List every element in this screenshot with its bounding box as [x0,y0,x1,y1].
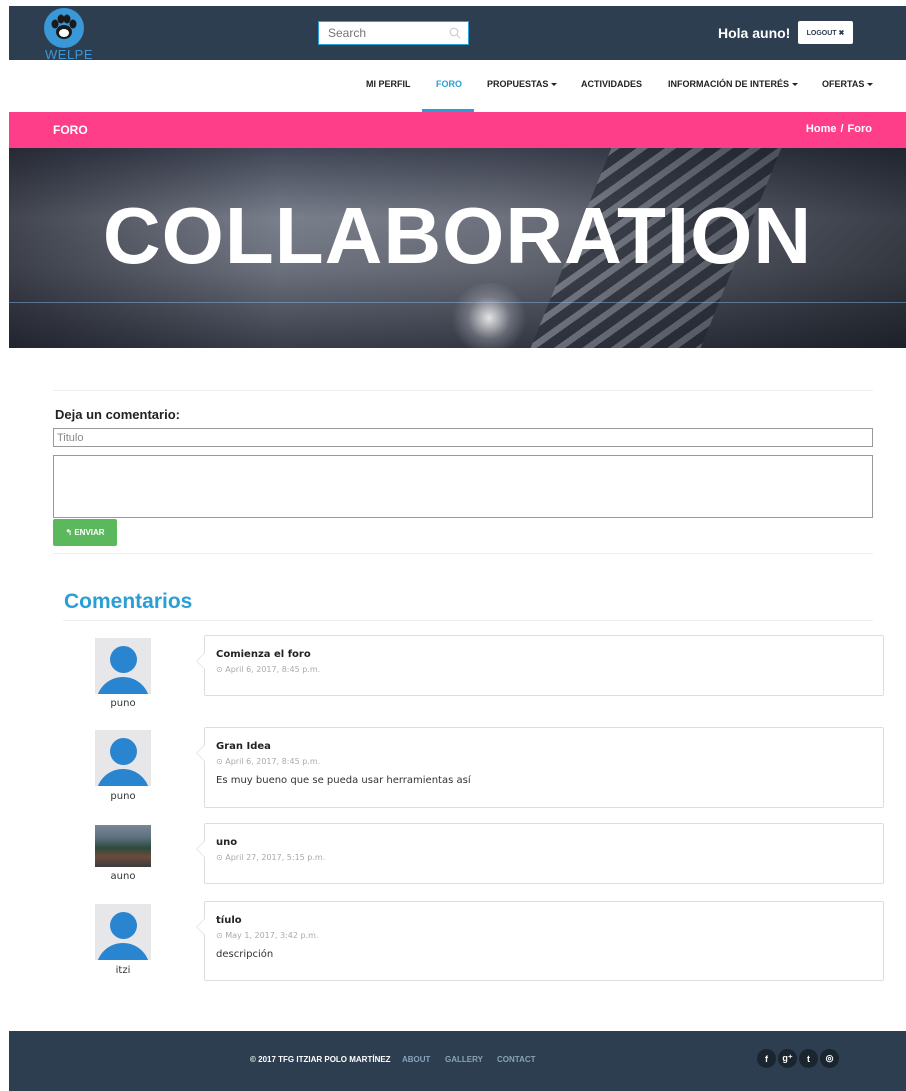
paw-icon [44,8,84,48]
comments-heading: Comentarios [64,590,193,613]
caret-down-icon [867,83,874,87]
user-icon-body [96,769,150,786]
caret-down-icon [551,83,558,87]
nav-item-label: ACTIVIDADES [581,79,643,89]
footer-link-about[interactable]: ABOUT [402,1055,430,1064]
caret-down-icon [792,83,799,87]
comment-card: uno ⊙ April 27, 2017, 5:15 p.m. [196,823,884,884]
google-plus-icon[interactable]: g⁺ [778,1049,797,1068]
comment-form-label: Deja un comentario: [55,407,180,422]
nav-item-mi-perfil[interactable]: MI PERFIL [366,60,411,112]
user-icon [110,912,137,939]
comment-card: tíulo ⊙ May 1, 2017, 3:42 p.m. descripci… [196,901,884,981]
nav-item-label: FORO [436,79,462,89]
nav-item-label: MI PERFIL [366,79,411,89]
nav-item-propuestas[interactable]: PROPUESTAS [487,60,558,112]
comment-date: ⊙ April 6, 2017, 8:45 p.m. [216,665,321,674]
user-greeting: Hola auno! [718,25,791,41]
comment-card: Comienza el foro ⊙ April 6, 2017, 8:45 p… [196,635,884,696]
copyright: © 2017 TFG ITZIAR POLO MARTÍNEZ [250,1055,391,1064]
footer: © 2017 TFG ITZIAR POLO MARTÍNEZ ABOUT GA… [9,1031,906,1091]
title-input[interactable] [53,428,873,447]
nav-item-informacion[interactable]: INFORMACIÓN DE INTERÉS [668,60,799,112]
send-button[interactable]: ↰ ENVIAR [53,519,117,546]
avatar[interactable] [95,904,151,960]
avatar[interactable] [95,730,151,786]
divider [53,390,873,391]
nav-item-label: OFERTAS [822,79,865,89]
page-header-bar: FORO Home / Foro [9,112,906,148]
comment-date: ⊙ April 6, 2017, 8:45 p.m. [216,757,321,766]
twitter-icon[interactable]: t [799,1049,818,1068]
comment-textarea[interactable] [53,455,873,518]
nav-item-label: PROPUESTAS [487,79,549,89]
comment-body: Es muy bueno que se pueda usar herramien… [216,775,471,786]
divider [53,553,873,554]
nav-item-foro[interactable]: FORO [436,60,462,112]
footer-link-gallery[interactable]: GALLERY [445,1055,483,1064]
divider [63,620,873,621]
avatar[interactable] [95,638,151,694]
user-icon-body [96,943,150,960]
page: WELPE Hola auno! LOGOUT ✖ MI PERFIL FORO… [0,0,906,1091]
comment-username[interactable]: puno [93,698,153,709]
nav-item-ofertas[interactable]: OFERTAS [822,60,874,112]
comment-username[interactable]: puno [93,791,153,802]
search-icon[interactable] [449,27,461,39]
comment-body: descripción [216,949,274,960]
dribbble-icon[interactable]: ◎ [820,1049,839,1068]
avatar[interactable] [95,825,151,867]
breadcrumb: Home / Foro [806,123,872,135]
nav-item-actividades[interactable]: ACTIVIDADES [581,60,642,112]
comment-username[interactable]: itzi [93,965,153,976]
user-icon-body [96,677,150,694]
breadcrumb-home[interactable]: Home [806,123,837,135]
hero-banner: COLLABORATION [9,148,906,348]
hero-glow [449,283,529,348]
top-bar: WELPE Hola auno! LOGOUT ✖ [9,6,906,62]
comment-title: tíulo [216,915,242,926]
breadcrumb-separator: / [840,123,844,135]
avatar-photo [95,825,151,867]
comment-title: Gran Idea [216,741,271,752]
logo[interactable]: WELPE [41,8,93,62]
comment-card: Gran Idea ⊙ April 6, 2017, 8:45 p.m. Es … [196,727,884,808]
logout-button[interactable]: LOGOUT ✖ [798,21,853,44]
search-box[interactable] [318,21,469,45]
footer-link-contact[interactable]: CONTACT [497,1055,536,1064]
search-input[interactable] [319,22,447,44]
user-icon [110,646,137,673]
breadcrumb-current: Foro [847,123,872,135]
comment-date: ⊙ May 1, 2017, 3:42 p.m. [216,931,319,940]
user-icon [110,738,137,765]
facebook-icon[interactable]: f [757,1049,776,1068]
nav-item-label: INFORMACIÓN DE INTERÉS [668,79,790,89]
main-nav: MI PERFIL FORO PROPUESTAS ACTIVIDADES IN… [9,60,906,112]
page-title: FORO [53,123,88,137]
comment-date: ⊙ April 27, 2017, 5:15 p.m. [216,853,326,862]
comment-username[interactable]: auno [93,871,153,882]
comment-title: uno [216,837,238,848]
comment-title: Comienza el foro [216,649,311,660]
hero-title: COLLABORATION [102,191,813,280]
